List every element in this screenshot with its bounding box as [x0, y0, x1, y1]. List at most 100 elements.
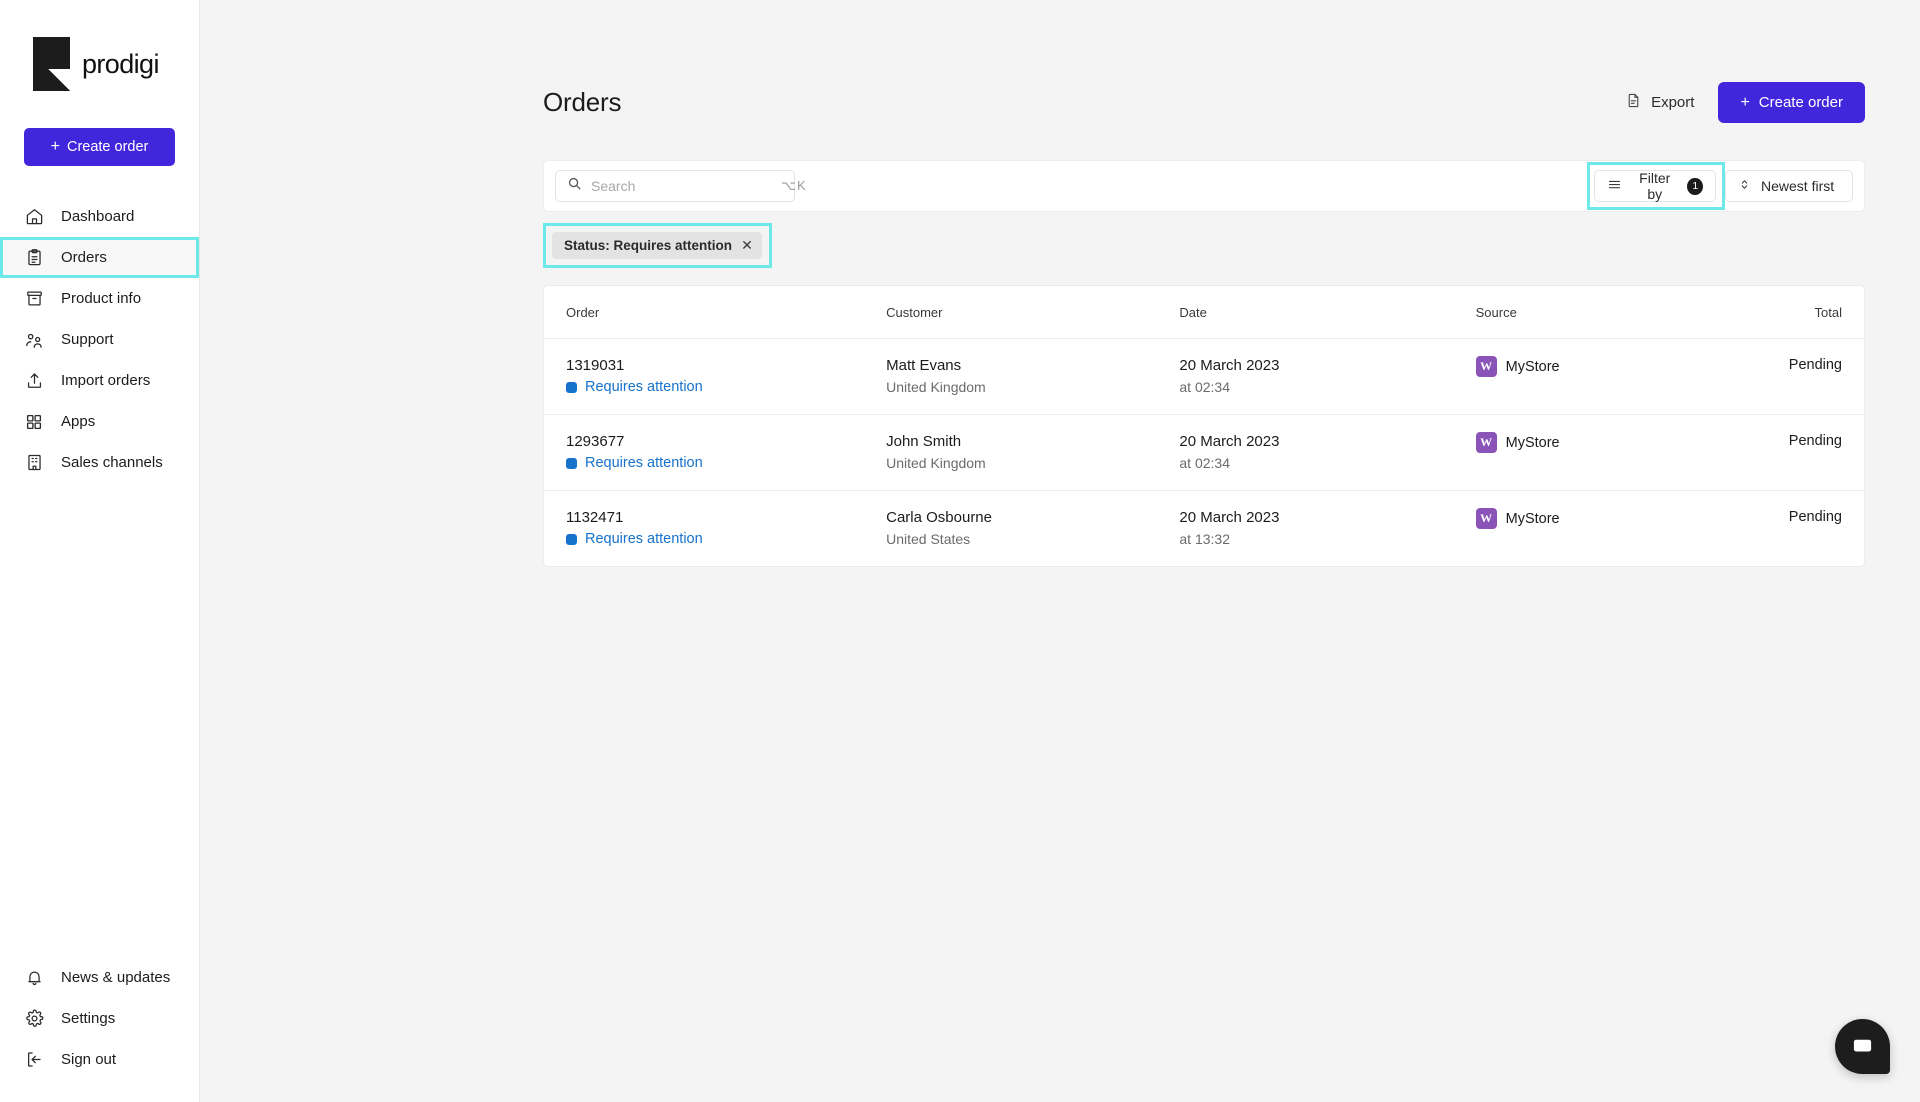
cell-total: Pending — [1788, 414, 1864, 492]
table-row[interactable]: 1319031 Requires attention Matt Evans Un… — [544, 338, 1864, 416]
status-badge[interactable]: Requires attention — [566, 455, 886, 471]
customer-name: John Smith — [886, 433, 962, 451]
status-dot-icon — [566, 457, 577, 469]
sidebar-item-settings[interactable]: Settings — [0, 998, 199, 1039]
sidebar-item-apps[interactable]: Apps — [0, 401, 199, 442]
people-icon — [24, 330, 44, 350]
sidebar-item-news-updates[interactable]: News & updates — [0, 957, 199, 998]
export-label: Export — [1651, 94, 1695, 111]
plus-icon: + — [50, 138, 60, 155]
status-badge[interactable]: Requires attention — [566, 531, 886, 547]
sidebar-item-support[interactable]: Support — [0, 319, 199, 360]
sidebar-item-product-info[interactable]: Product info — [0, 278, 199, 319]
clipboard-icon — [24, 248, 44, 268]
cell-source: W MyStore — [1475, 338, 1789, 416]
export-button[interactable]: Export — [1625, 92, 1694, 113]
prodigi-logo-icon — [33, 37, 70, 91]
filter-chip-status[interactable]: Status: Requires attention ✕ — [552, 232, 763, 259]
order-id: 1293677 — [566, 433, 625, 451]
header-actions: Export + Create order — [1625, 82, 1865, 123]
woocommerce-icon: W — [1475, 508, 1497, 530]
create-order-label: Create order — [1758, 94, 1843, 111]
gear-icon — [24, 1009, 44, 1029]
sort-label: Newest first — [1761, 178, 1835, 194]
toolbar-right: Filter by 1 Newest first — [1587, 162, 1853, 210]
filter-by-label: Filter by — [1639, 170, 1671, 202]
column-header-source: Source — [1475, 286, 1789, 339]
sidebar-item-orders[interactable]: Orders — [0, 237, 199, 278]
status-dot-icon — [566, 381, 577, 393]
order-date: 20 March 2023 — [1179, 509, 1280, 527]
sidebar: prodigi + Create order Dashboard Orders … — [0, 0, 200, 1102]
orders-toolbar: ⌥K Filter by 1 — [543, 160, 1865, 212]
orders-table: Order Customer Date Source Total 1319031 — [544, 286, 1864, 566]
page-header: Orders Export + Create order — [543, 82, 1865, 123]
customer-name: Carla Osbourne — [886, 509, 992, 527]
order-total: Pending — [1788, 433, 1842, 450]
sidebar-item-sign-out[interactable]: Sign out — [0, 1039, 199, 1080]
brand-logo[interactable]: prodigi — [0, 0, 199, 98]
filter-count-badge: 1 — [1687, 177, 1703, 195]
sidebar-nav: Dashboard Orders Product info Support Im… — [0, 196, 199, 483]
cell-order: 1319031 Requires attention — [544, 338, 887, 416]
sidebar-item-dashboard[interactable]: Dashboard — [0, 196, 199, 237]
cell-order: 1293677 Requires attention — [544, 414, 887, 492]
sort-button[interactable]: Newest first — [1725, 170, 1853, 202]
sidebar-nav-bottom: News & updates Settings Sign out — [0, 957, 199, 1102]
sidebar-item-label: Dashboard — [61, 208, 135, 225]
sidebar-item-label: Sales channels — [61, 454, 163, 471]
upload-icon — [24, 371, 44, 391]
order-id: 1132471 — [566, 509, 624, 527]
sidebar-item-label: News & updates — [61, 969, 171, 986]
orders-table-card: Order Customer Date Source Total 1319031 — [543, 285, 1865, 568]
status-badge[interactable]: Requires attention — [566, 379, 886, 395]
sort-updown-icon — [1738, 177, 1751, 195]
column-header-date: Date — [1179, 286, 1476, 339]
search-box[interactable]: ⌥K — [555, 170, 806, 202]
order-total: Pending — [1788, 357, 1842, 373]
bell-icon — [24, 968, 44, 988]
order-date: 20 March 2023 — [1179, 357, 1280, 374]
sidebar-item-label: Apps — [61, 413, 96, 430]
source-label: MyStore — [1505, 510, 1560, 527]
order-time: at 02:34 — [1179, 455, 1230, 472]
search-input[interactable] — [591, 178, 772, 194]
table-row[interactable]: 1293677 Requires attention John Smith Un… — [544, 414, 1864, 492]
filter-chip-label: Status: Requires attention — [564, 238, 733, 253]
customer-country: United Kingdom — [886, 455, 986, 472]
order-time: at 13:32 — [1179, 531, 1230, 548]
cell-customer: Matt Evans United Kingdom — [886, 338, 1180, 416]
sidebar-item-label: Settings — [61, 1010, 116, 1027]
cell-source: W MyStore — [1475, 491, 1789, 567]
table-header-row: Order Customer Date Source Total — [544, 286, 1864, 339]
status-label: Requires attention — [585, 531, 703, 548]
cell-customer: Carla Osbourne United States — [886, 491, 1179, 567]
create-order-button[interactable]: + Create order — [1718, 82, 1865, 123]
filter-lines-icon — [1607, 177, 1622, 195]
sidebar-item-import-orders[interactable]: Import orders — [0, 360, 199, 401]
column-header-order: Order — [544, 286, 887, 339]
sidebar-create-order-button[interactable]: + Create order — [24, 128, 175, 166]
cell-source: W MyStore — [1475, 414, 1789, 492]
sign-out-icon — [24, 1050, 44, 1070]
order-total: Pending — [1788, 509, 1842, 526]
close-icon[interactable]: ✕ — [732, 232, 762, 259]
cell-total: Pending — [1788, 338, 1864, 416]
cell-date: 20 March 2023 at 02:34 — [1179, 338, 1476, 416]
order-date: 20 March 2023 — [1179, 433, 1280, 451]
source-label: MyStore — [1505, 358, 1560, 375]
order-time: at 02:34 — [1179, 379, 1230, 396]
cell-date: 20 March 2023 at 13:32 — [1179, 491, 1475, 567]
order-id: 1319031 — [566, 357, 625, 374]
table-row[interactable]: 1132471 Requires attention Carla Osbourn… — [544, 491, 1864, 567]
document-icon — [1625, 92, 1642, 113]
sidebar-item-sales-channels[interactable]: Sales channels — [0, 442, 199, 483]
sidebar-item-label: Orders — [61, 249, 107, 266]
filter-by-button[interactable]: Filter by 1 — [1594, 170, 1716, 202]
customer-country: United Kingdom — [886, 379, 986, 396]
grid-icon — [24, 412, 44, 432]
sidebar-item-label: Sign out — [61, 1051, 117, 1068]
main-content: Orders Export + Create order Search ⌥K F… — [200, 0, 1920, 1102]
chat-widget-button[interactable] — [1835, 1019, 1890, 1074]
building-icon — [24, 453, 44, 473]
